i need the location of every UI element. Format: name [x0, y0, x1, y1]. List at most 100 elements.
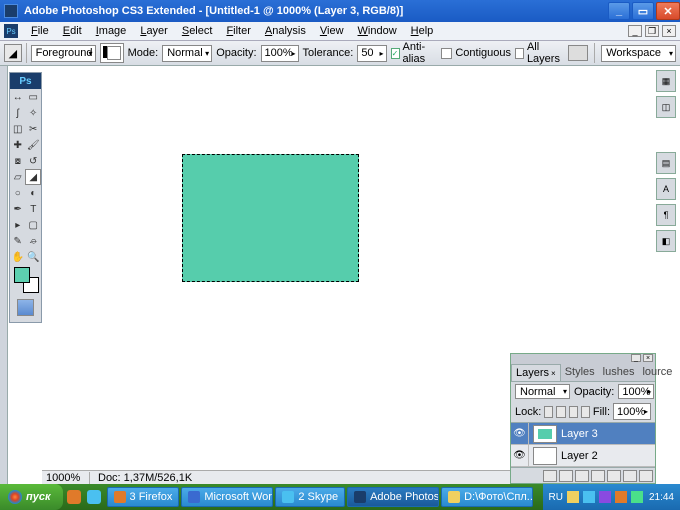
visibility-icon[interactable]: 👁 — [511, 423, 529, 445]
dock-tab-paragraph[interactable]: ¶ — [656, 204, 676, 226]
dock-tab-character[interactable]: A — [656, 178, 676, 200]
link-layers-icon[interactable] — [543, 470, 557, 482]
menu-analysis[interactable]: Analysis — [258, 23, 313, 39]
move-tool[interactable]: ↔ — [10, 89, 26, 105]
close-button[interactable]: ✕ — [656, 2, 680, 20]
zoom-level[interactable]: 1000% — [42, 472, 90, 484]
layer-fill-input[interactable]: 100% — [613, 403, 651, 420]
layer-row[interactable]: 👁Layer 2 — [511, 445, 655, 467]
language-indicator[interactable]: RU — [549, 492, 563, 503]
dock-tab-navigator[interactable]: ▦ — [656, 70, 676, 92]
doc-close-button[interactable]: × — [662, 25, 676, 37]
dock-tab-layer-comps[interactable]: ◧ — [656, 230, 676, 252]
tray-icon[interactable] — [567, 491, 579, 503]
visibility-icon[interactable]: 👁 — [511, 445, 529, 467]
tray-icon[interactable] — [631, 491, 643, 503]
healing-tool[interactable]: ✚ — [10, 137, 26, 153]
type-tool[interactable]: T — [26, 201, 42, 217]
ps-badge-icon[interactable]: Ps — [4, 24, 18, 38]
menu-window[interactable]: Window — [351, 23, 404, 39]
lock-transparency-icon[interactable] — [544, 406, 553, 418]
adjustment-layer-icon[interactable] — [591, 470, 605, 482]
layer-row[interactable]: 👁Layer 3 — [511, 423, 655, 445]
toolbox-header-icon[interactable]: Ps — [10, 73, 41, 89]
quick-mask-toggle[interactable] — [17, 299, 34, 316]
zoom-tool[interactable]: 🔍 — [26, 249, 42, 265]
menu-edit[interactable]: Edit — [56, 23, 89, 39]
lock-pixels-icon[interactable] — [556, 406, 565, 418]
quicklaunch-firefox[interactable] — [65, 488, 83, 506]
brush-tool[interactable]: 🖌 — [26, 137, 42, 153]
workspace-select[interactable]: Workspace — [601, 45, 676, 62]
dock-tab-histogram[interactable]: ◫ — [656, 96, 676, 118]
blur-tool[interactable]: ○ — [10, 185, 26, 201]
tray-icon[interactable] — [615, 491, 627, 503]
tab-brushes[interactable]: lushes — [599, 364, 639, 381]
dock-tab-color[interactable]: ▤ — [656, 152, 676, 174]
lasso-tool[interactable]: ʃ — [10, 105, 26, 121]
tab-clone-source[interactable]: lource — [638, 364, 676, 381]
opacity-input[interactable]: 100% — [261, 45, 299, 62]
path-select-tool[interactable]: ▸ — [10, 217, 26, 233]
taskbar-item[interactable]: Microsoft Wor... — [181, 487, 273, 507]
active-tool-indicator[interactable]: ◢ — [4, 44, 22, 62]
menu-select[interactable]: Select — [175, 23, 220, 39]
layer-thumbnail[interactable] — [533, 447, 557, 465]
menu-image[interactable]: Image — [89, 23, 134, 39]
tray-icon[interactable] — [599, 491, 611, 503]
layer-opacity-input[interactable]: 100% — [618, 384, 654, 399]
pattern-swatch[interactable] — [100, 43, 124, 63]
doc-minimize-button[interactable]: _ — [628, 25, 642, 37]
menu-view[interactable]: View — [313, 23, 351, 39]
pen-tool[interactable]: ✒ — [10, 201, 26, 217]
color-swatches[interactable] — [10, 265, 43, 295]
tray-icon[interactable] — [583, 491, 595, 503]
hand-tool[interactable]: ✋ — [10, 249, 26, 265]
antialias-checkbox[interactable]: ✓Anti-alias — [391, 41, 438, 65]
fill-source-select[interactable]: Foreground — [31, 45, 96, 62]
doc-restore-button[interactable]: ❐ — [645, 25, 659, 37]
quicklaunch-desktop[interactable] — [85, 488, 103, 506]
panel-header[interactable]: _ × — [511, 354, 655, 364]
panel-close-icon[interactable]: × — [643, 354, 653, 362]
shape-tool[interactable]: ▢ — [26, 217, 42, 233]
delete-layer-icon[interactable] — [639, 470, 653, 482]
taskbar-item[interactable]: 2 Skype — [275, 487, 345, 507]
all-layers-checkbox[interactable]: ✓All Layers — [515, 41, 564, 65]
layer-blend-mode-select[interactable]: Normal — [515, 384, 570, 399]
layer-mask-icon[interactable] — [575, 470, 589, 482]
minimize-button[interactable]: _ — [608, 2, 630, 20]
panel-minimize-icon[interactable]: _ — [631, 354, 641, 362]
go-to-bridge-icon[interactable] — [568, 45, 588, 61]
start-button[interactable]: пуск — [0, 484, 63, 510]
notes-tool[interactable]: ✎ — [10, 233, 26, 249]
maximize-button[interactable]: ▭ — [632, 2, 654, 20]
history-brush-tool[interactable]: ↺ — [26, 153, 42, 169]
crop-tool[interactable]: ◫ — [10, 121, 26, 137]
marquee-tool[interactable]: ▭ — [26, 89, 42, 105]
menu-help[interactable]: Help — [404, 23, 441, 39]
tab-styles[interactable]: Styles — [561, 364, 599, 381]
group-icon[interactable] — [607, 470, 621, 482]
contiguous-checkbox[interactable]: ✓Contiguous — [441, 47, 511, 59]
lock-position-icon[interactable] — [569, 406, 578, 418]
taskbar-item[interactable]: Adobe Photos... — [347, 487, 439, 507]
eyedropper-tool[interactable]: ⌮ — [26, 233, 42, 249]
blend-mode-select[interactable]: Normal — [162, 45, 212, 62]
tolerance-input[interactable]: 50 — [357, 45, 386, 62]
menu-layer[interactable]: Layer — [133, 23, 175, 39]
tab-layers[interactable]: Layers× — [511, 364, 561, 381]
lock-all-icon[interactable] — [581, 406, 590, 418]
stamp-tool[interactable]: ⧇ — [10, 153, 26, 169]
layer-style-icon[interactable] — [559, 470, 573, 482]
eraser-tool[interactable]: ▱ — [10, 169, 25, 185]
new-layer-icon[interactable] — [623, 470, 637, 482]
paint-bucket-tool[interactable]: ◢ — [25, 169, 41, 185]
taskbar-item[interactable]: 3 Firefox — [107, 487, 180, 507]
magic-wand-tool[interactable]: ✧ — [26, 105, 42, 121]
menu-filter[interactable]: Filter — [219, 23, 257, 39]
layer-thumbnail[interactable] — [533, 425, 557, 443]
menu-file[interactable]: File — [24, 23, 56, 39]
clock[interactable]: 21:44 — [649, 492, 674, 503]
taskbar-item[interactable]: D:\Фото\Спл... — [441, 487, 533, 507]
